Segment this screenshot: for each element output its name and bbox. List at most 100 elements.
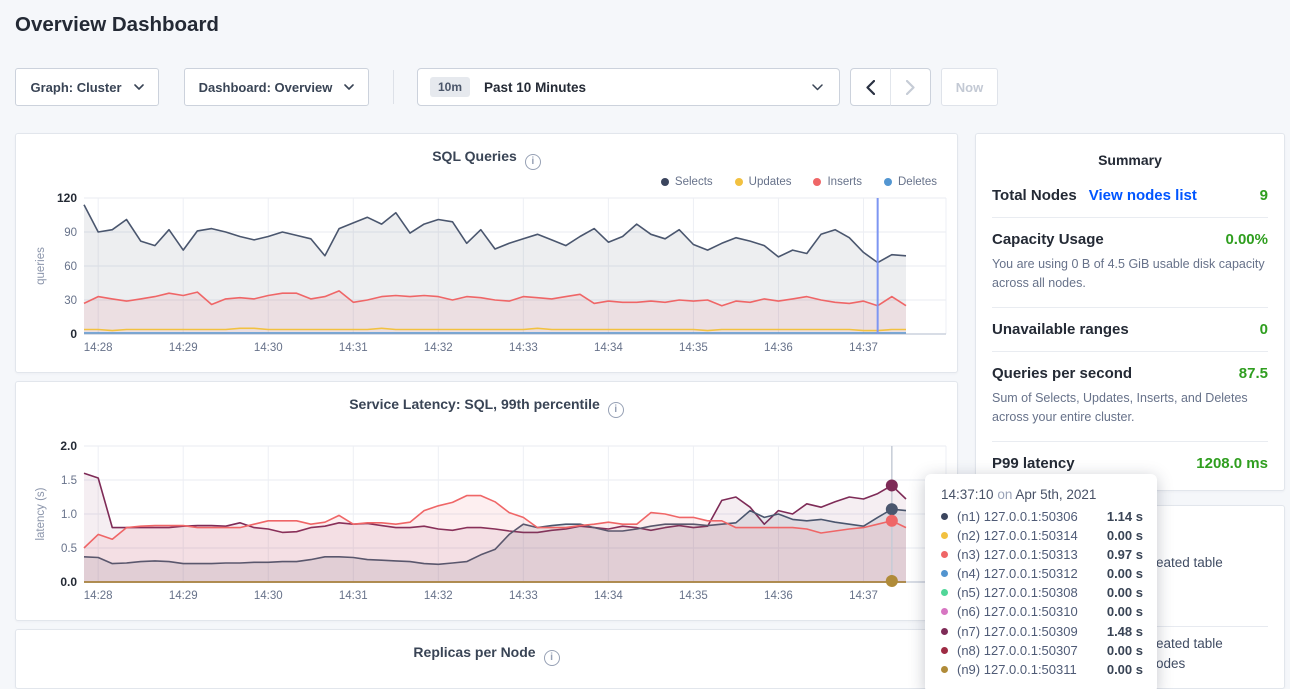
x-tick-label: 14:33 xyxy=(509,590,538,602)
tooltip-date: Apr 5th, 2021 xyxy=(1015,487,1096,502)
tooltip-row: (n4) 127.0.0.1:50312 0.00 s xyxy=(941,566,1143,581)
page-title: Overview Dashboard xyxy=(15,13,219,37)
time-next-button[interactable] xyxy=(890,68,931,106)
info-icon[interactable]: i xyxy=(544,650,560,666)
time-range-label: Past 10 Minutes xyxy=(484,80,586,95)
summary-row-total-nodes: Total Nodes View nodes list 9 xyxy=(992,174,1268,218)
tooltip-node-label: (n4) 127.0.0.1:50312 xyxy=(957,566,1078,581)
x-tick-label: 14:35 xyxy=(679,342,708,354)
node-dot-icon xyxy=(941,551,948,558)
tooltip-row: (n6) 127.0.0.1:503100.00 s xyxy=(941,604,1143,619)
hover-dot-(n9) 127.0.0.1:50311 xyxy=(886,575,898,587)
qps-label: Queries per second xyxy=(992,365,1132,382)
tooltip-row: (n8) 127.0.0.1:50307 0.00 s xyxy=(941,643,1143,658)
tooltip-node-label: (n1) 127.0.0.1:50306 xyxy=(957,509,1078,524)
y-tick-label: 0.0 xyxy=(60,575,77,589)
node-dot-icon xyxy=(941,628,948,635)
tooltip-timestamp: 14:37:10 on Apr 5th, 2021 xyxy=(941,487,1143,502)
summary-row-capacity: Capacity Usage 0.00% You are using 0 B o… xyxy=(992,218,1268,308)
x-tick-label: 14:29 xyxy=(169,342,198,354)
dashboard-dropdown-label: Dashboard: Overview xyxy=(199,80,333,95)
node-dot-icon xyxy=(941,589,948,596)
x-tick-label: 14:32 xyxy=(424,590,453,602)
x-tick-label: 14:34 xyxy=(594,590,623,602)
event-item: eated table xyxy=(1156,555,1223,570)
series-area-(n3) 127.0.0.1:50313 xyxy=(84,496,906,582)
node-dot-icon xyxy=(941,532,948,539)
sql-queries-card: SQL Queriesi SelectsUpdatesInsertsDelete… xyxy=(15,133,958,373)
replicas-chart-title: Replicas per Node i xyxy=(16,644,957,666)
tooltip-node-value: 0.00 s xyxy=(1107,528,1143,543)
overview-dashboard-page: Overview Dashboard Graph: Cluster Dashbo… xyxy=(0,0,1290,689)
tooltip-row: (n2) 127.0.0.1:50314 0.00 s xyxy=(941,528,1143,543)
x-tick-label: 14:37 xyxy=(849,590,878,602)
summary-row-unavailable: Unavailable ranges 0 xyxy=(992,308,1268,352)
tooltip-row: (n7) 127.0.0.1:50309 1.48 s xyxy=(941,624,1143,639)
event-item-line2: odes xyxy=(1156,656,1185,671)
tooltip-node-value: 1.48 s xyxy=(1107,624,1143,639)
chart-title-text: Replicas per Node xyxy=(413,644,535,660)
tooltip-node-label: (n7) 127.0.0.1:50309 xyxy=(957,624,1078,639)
x-tick-label: 14:30 xyxy=(254,342,283,354)
total-nodes-label: Total Nodes xyxy=(992,187,1077,204)
qps-desc: Sum of Selects, Updates, Inserts, and De… xyxy=(992,389,1268,428)
tooltip-node-value: 0.00 s xyxy=(1107,643,1143,658)
tooltip-row: (n5) 127.0.0.1:503080.00 s xyxy=(941,585,1143,600)
tooltip-on: on xyxy=(997,487,1012,502)
dashboard-dropdown[interactable]: Dashboard: Overview xyxy=(184,68,369,106)
chevron-down-icon xyxy=(812,84,823,91)
tooltip-node-value: 0.00 s xyxy=(1107,604,1143,619)
y-tick-label: 60 xyxy=(64,261,77,273)
tooltip-row: (n1) 127.0.0.1:503061.14 s xyxy=(941,509,1143,524)
y-tick-label: 2.0 xyxy=(60,439,77,453)
tooltip-node-label: (n2) 127.0.0.1:50314 xyxy=(957,528,1078,543)
capacity-usage-desc: You are using 0 B of 4.5 GiB usable disk… xyxy=(992,255,1268,294)
unavailable-ranges-label: Unavailable ranges xyxy=(992,321,1129,338)
x-tick-label: 14:36 xyxy=(764,590,793,602)
time-range-badge: 10m xyxy=(430,77,470,97)
p99-latency-label: P99 latency xyxy=(992,455,1075,472)
x-tick-label: 14:29 xyxy=(169,590,198,602)
node-dot-icon xyxy=(941,666,948,673)
graph-dropdown[interactable]: Graph: Cluster xyxy=(15,68,159,106)
x-tick-label: 14:28 xyxy=(84,342,113,354)
time-range-dropdown[interactable]: 10m Past 10 Minutes xyxy=(417,68,840,106)
node-dot-icon xyxy=(941,647,948,654)
tooltip-node-label: (n9) 127.0.0.1:50311 xyxy=(957,662,1077,677)
total-nodes-value: 9 xyxy=(1260,187,1268,204)
tooltip-node-value: 0.00 s xyxy=(1107,662,1143,677)
node-dot-icon xyxy=(941,570,948,577)
y-tick-label: 1.0 xyxy=(61,509,77,521)
y-tick-label: 0.5 xyxy=(61,543,77,555)
chevron-left-icon xyxy=(866,80,875,95)
now-button[interactable]: Now xyxy=(941,68,998,106)
tooltip-row: (n3) 127.0.0.1:503130.97 s xyxy=(941,547,1143,562)
summary-row-qps: Queries per second 87.5 Sum of Selects, … xyxy=(992,352,1268,442)
y-axis-label: latency (s) xyxy=(35,487,47,540)
y-tick-label: 120 xyxy=(57,191,77,205)
tooltip-node-value: 0.00 s xyxy=(1107,585,1143,600)
service-latency-card: Service Latency: SQL, 99th percentilei 0… xyxy=(15,381,958,621)
summary-panel: Summary Total Nodes View nodes list 9 Ca… xyxy=(975,133,1285,491)
x-tick-label: 14:36 xyxy=(764,342,793,354)
time-prev-button[interactable] xyxy=(850,68,891,106)
toolbar-divider xyxy=(393,70,394,104)
graph-dropdown-label: Graph: Cluster xyxy=(30,80,121,95)
tooltip-node-value: 0.00 s xyxy=(1107,566,1143,581)
y-axis-label: queries xyxy=(35,247,47,285)
qps-value: 87.5 xyxy=(1239,365,1268,382)
tooltip-node-label: (n8) 127.0.0.1:50307 xyxy=(957,643,1078,658)
hover-dot-(n3) 127.0.0.1:50313 xyxy=(886,515,898,527)
x-tick-label: 14:34 xyxy=(594,342,623,354)
summary-title: Summary xyxy=(976,134,1284,174)
service-latency-chart[interactable]: 0.00.51.01.52.014:2814:2914:3014:3114:32… xyxy=(16,382,957,620)
x-tick-label: 14:35 xyxy=(679,590,708,602)
chevron-down-icon xyxy=(134,84,144,90)
y-tick-label: 0 xyxy=(70,327,77,341)
x-tick-label: 14:30 xyxy=(254,590,283,602)
view-nodes-list-link[interactable]: View nodes list xyxy=(1089,187,1197,204)
y-tick-label: 90 xyxy=(64,227,77,239)
sql-queries-chart[interactable]: 030609012014:2814:2914:3014:3114:3214:33… xyxy=(16,134,957,372)
capacity-usage-value: 0.00% xyxy=(1225,231,1268,248)
hover-dot-(n1) 127.0.0.1:50306 xyxy=(886,503,898,515)
